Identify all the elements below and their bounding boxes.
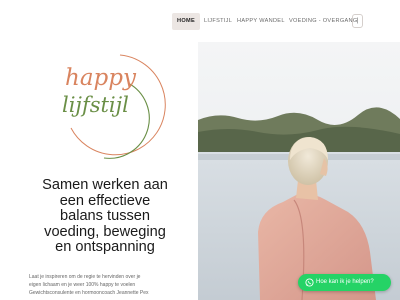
chat-label: Hoe kan ik je helpen? [316,279,374,285]
hero-photo [198,42,400,300]
headline-line: een effectieve [59,192,151,209]
logo: happy lijfstijl [62,54,166,159]
top-navigation: HOME LIJFSTIJL HAPPY WANDEL VOEDING - OV… [0,0,400,42]
nav-item-voeding-overgang[interactable]: VOEDING - OVERGANG [289,13,358,30]
hero-headline: Samen werken aan een effectieve balans t… [14,177,196,256]
intro-line: Gewichtsconsulente en hormooncoach Jeann… [29,290,149,296]
nav-item-lijfstijl[interactable]: LIJFSTIJL [204,13,232,30]
headline-line: voeding, beweging [44,223,166,240]
intro-line: eigen lichaam en je weer 100% happy te v… [29,282,136,288]
logo-lijfstijl: lijfstijl [62,93,129,117]
whatsapp-icon [305,278,314,287]
headline-line: en ontspanning [55,239,155,256]
intro-line: Laat je inspireren om de regie te hervin… [29,274,141,280]
more-menu-button[interactable]: | [352,14,363,28]
hero-intro-text: Laat je inspireren om de regie te hervin… [29,273,197,297]
headline-line: balans tussen [59,208,151,225]
hero-left-panel: happy lijfstijl Samen werken aan een eff… [0,42,198,300]
logo-happy: happy [65,65,137,91]
whatsapp-chat-button[interactable]: Hoe kan ik je helpen? [298,274,391,291]
more-icon: | [356,18,359,24]
headline-line: Samen werken aan [42,177,168,193]
nav-item-happy-wandel[interactable]: HAPPY WANDEL [237,13,285,30]
nav-item-home[interactable]: HOME [172,13,200,30]
